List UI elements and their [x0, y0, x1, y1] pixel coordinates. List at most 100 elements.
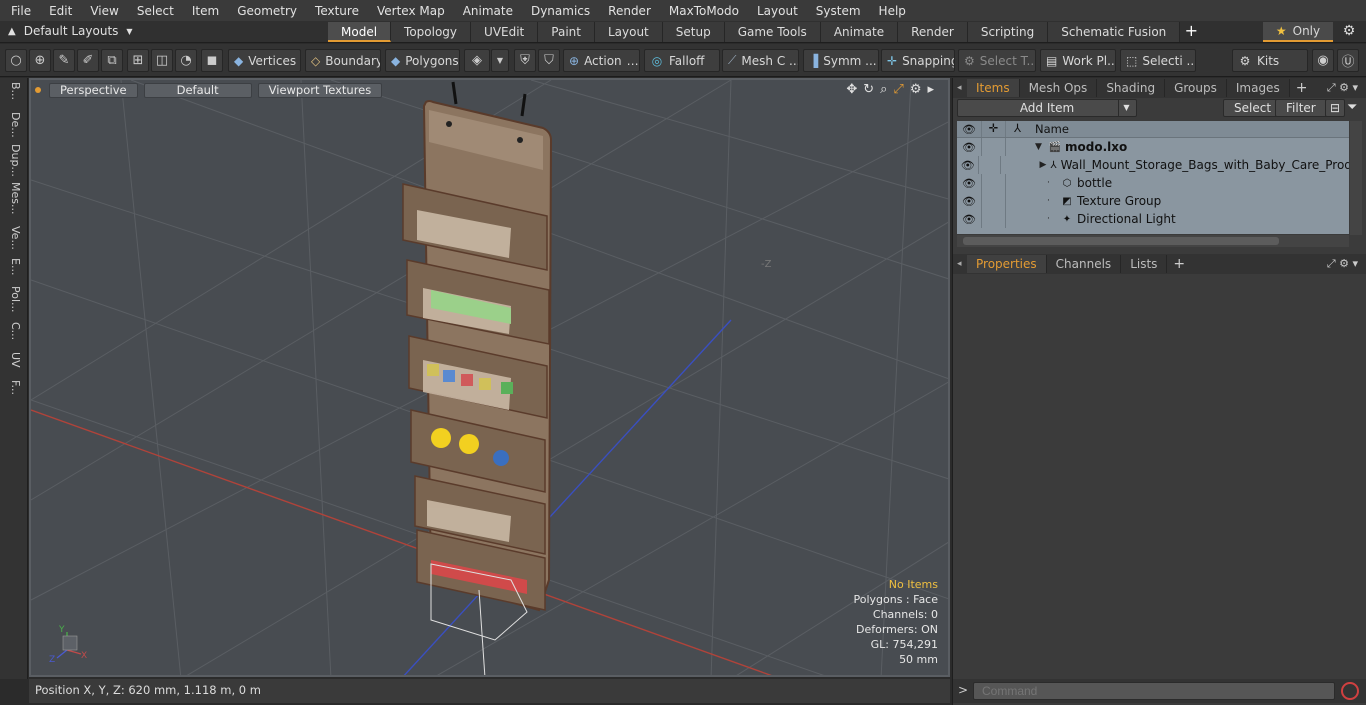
work-plane-button[interactable]: ▤ Work Pl...: [1040, 49, 1116, 72]
axis-cell[interactable]: [1005, 138, 1029, 156]
chevron-down-icon[interactable]: ▼: [491, 49, 509, 72]
polygons-button[interactable]: ◆ Polygons: [385, 49, 460, 72]
expand-down-icon[interactable]: ▼: [1035, 142, 1045, 152]
circle-select-icon[interactable]: ○: [5, 49, 27, 72]
zoom-icon[interactable]: ⌕: [880, 82, 887, 97]
filter-button[interactable]: Filter: [1275, 99, 1327, 117]
menu-vertex-map[interactable]: Vertex Map: [366, 4, 452, 18]
side-tab-9[interactable]: F...: [4, 380, 22, 395]
scroll-thumb[interactable]: [963, 237, 1279, 245]
tab-model[interactable]: Model: [328, 22, 392, 42]
visibility-eye-icon[interactable]: 👁: [957, 141, 981, 154]
shading-style-button[interactable]: Default: [143, 82, 252, 98]
kits-button[interactable]: ⚙ Kits: [1232, 49, 1308, 72]
add-tab-icon[interactable]: +: [1180, 22, 1202, 42]
tree-horizontal-scrollbar[interactable]: [957, 235, 1349, 247]
mesh-constraint-button[interactable]: ⟋ Mesh C ...: [722, 49, 799, 72]
tree-row[interactable]: 👁 · ⬡ bottle: [957, 174, 1349, 192]
shield-alt-icon[interactable]: ⛉: [538, 49, 560, 72]
pen-icon[interactable]: ✎: [53, 49, 75, 72]
tab-render[interactable]: Render: [898, 22, 968, 42]
tree-row[interactable]: 👁 · ✦ Directional Light: [957, 210, 1349, 228]
perspective-button[interactable]: Perspective: [49, 82, 138, 98]
tab-layout[interactable]: Layout: [594, 22, 663, 42]
funnel-icon[interactable]: ⏷: [1347, 100, 1357, 115]
visibility-eye-icon[interactable]: 👁: [957, 195, 981, 208]
panel-menu-icon[interactable]: ◂: [953, 259, 967, 269]
snap-grid-icon[interactable]: ⊞: [127, 49, 149, 72]
menu-animate[interactable]: Animate: [452, 4, 520, 18]
cube-icon[interactable]: ◼: [201, 49, 223, 72]
item-mode-icon[interactable]: ◈: [464, 49, 490, 72]
select-through-button[interactable]: ⚙ Select T...: [958, 49, 1036, 72]
side-tab-7[interactable]: C...: [4, 322, 22, 340]
add-item-button[interactable]: Add Item ▼: [957, 99, 1137, 117]
storage-organizer-model[interactable]: [402, 81, 553, 677]
tab-shading[interactable]: Shading: [1097, 79, 1166, 97]
boundary-button[interactable]: ◇ Boundary: [305, 49, 381, 72]
element-icon[interactable]: ◫: [151, 49, 173, 72]
visibility-eye-icon[interactable]: 👁: [957, 159, 978, 172]
visibility-eye-icon[interactable]: 👁: [957, 213, 981, 226]
menu-item[interactable]: Item: [181, 4, 226, 18]
layers-icon[interactable]: ⧉: [101, 49, 123, 72]
tree-vertical-scrollbar[interactable]: [1350, 121, 1362, 235]
tab-items[interactable]: Items: [967, 79, 1020, 97]
shield-icon[interactable]: ⛨: [514, 49, 536, 72]
play-icon[interactable]: ▸: [927, 82, 934, 97]
name-column-header[interactable]: Name: [1029, 122, 1069, 136]
move-icon[interactable]: ✥: [846, 82, 857, 97]
tab-groups[interactable]: Groups: [1165, 79, 1227, 97]
tab-topology[interactable]: Topology: [391, 22, 472, 42]
viewport-dot-icon[interactable]: [35, 87, 41, 93]
layout-up-icon[interactable]: ▲: [8, 26, 16, 37]
tab-setup[interactable]: Setup: [662, 22, 725, 42]
side-tab-3[interactable]: Mes...: [4, 182, 22, 214]
action-center-button[interactable]: ⊕ Action …: [563, 49, 640, 72]
menu-maxtomodo[interactable]: MaxToModo: [658, 4, 746, 18]
menu-render[interactable]: Render: [597, 4, 658, 18]
tree-row[interactable]: 👁 ▼ 🎬 modo.lxo: [957, 138, 1349, 156]
menu-select[interactable]: Select: [126, 4, 181, 18]
axis-cell[interactable]: [1005, 192, 1029, 210]
side-tab-2[interactable]: Dup...: [4, 144, 22, 177]
record-icon[interactable]: [1341, 682, 1359, 700]
gear-icon[interactable]: ⚙: [1340, 23, 1358, 41]
side-tab-1[interactable]: De...: [4, 112, 22, 138]
falloff-button[interactable]: ◎ Falloff: [644, 49, 720, 72]
lock-cell[interactable]: [981, 138, 1005, 156]
expand-right-icon[interactable]: ▶: [1040, 160, 1047, 170]
lock-cell[interactable]: [981, 210, 1005, 228]
brush-icon[interactable]: ✐: [77, 49, 99, 72]
menu-texture[interactable]: Texture: [304, 4, 366, 18]
only-toggle[interactable]: ★ Only: [1263, 22, 1333, 42]
layout-dropdown[interactable]: ▲ Default Layouts ▼: [8, 24, 133, 38]
tab-scripting[interactable]: Scripting: [967, 22, 1049, 42]
side-tab-5[interactable]: E...: [4, 258, 22, 275]
menu-system[interactable]: System: [805, 4, 868, 18]
menu-dynamics[interactable]: Dynamics: [520, 4, 597, 18]
menu-help[interactable]: Help: [868, 4, 913, 18]
collapse-icon[interactable]: ⊟: [1325, 99, 1346, 117]
selection-sets-button[interactable]: ⬚ Selecti ...: [1120, 49, 1196, 72]
axis-cell[interactable]: [1005, 210, 1029, 228]
lock-cell[interactable]: [978, 156, 1000, 174]
command-input[interactable]: [973, 682, 1335, 700]
globe-icon[interactable]: ⊕: [29, 49, 51, 72]
tab-schematic-fusion[interactable]: Schematic Fusion: [1048, 22, 1181, 42]
3d-viewport[interactable]: -Z Y X Z Perspective Default Viewport Te…: [29, 78, 950, 677]
menu-edit[interactable]: Edit: [38, 4, 79, 18]
tab-properties[interactable]: Properties: [967, 255, 1047, 273]
axis-cell[interactable]: [1005, 174, 1029, 192]
tab-mesh-ops[interactable]: Mesh Ops: [1020, 79, 1098, 97]
tab-game-tools[interactable]: Game Tools: [724, 22, 821, 42]
menu-geometry[interactable]: Geometry: [226, 4, 304, 18]
unreal-icon[interactable]: Ⓤ: [1337, 49, 1359, 72]
maximize-icon[interactable]: ⤢: [893, 82, 903, 97]
vertices-button[interactable]: ◆ Vertices: [228, 49, 301, 72]
side-tab-6[interactable]: Pol...: [4, 286, 22, 313]
menu-file[interactable]: File: [0, 4, 38, 18]
panel-options-icon[interactable]: ⤢ ⚙ ▾: [1327, 81, 1358, 95]
panel-menu-icon[interactable]: ◂: [953, 83, 967, 93]
side-tab-8[interactable]: UV: [4, 352, 22, 368]
